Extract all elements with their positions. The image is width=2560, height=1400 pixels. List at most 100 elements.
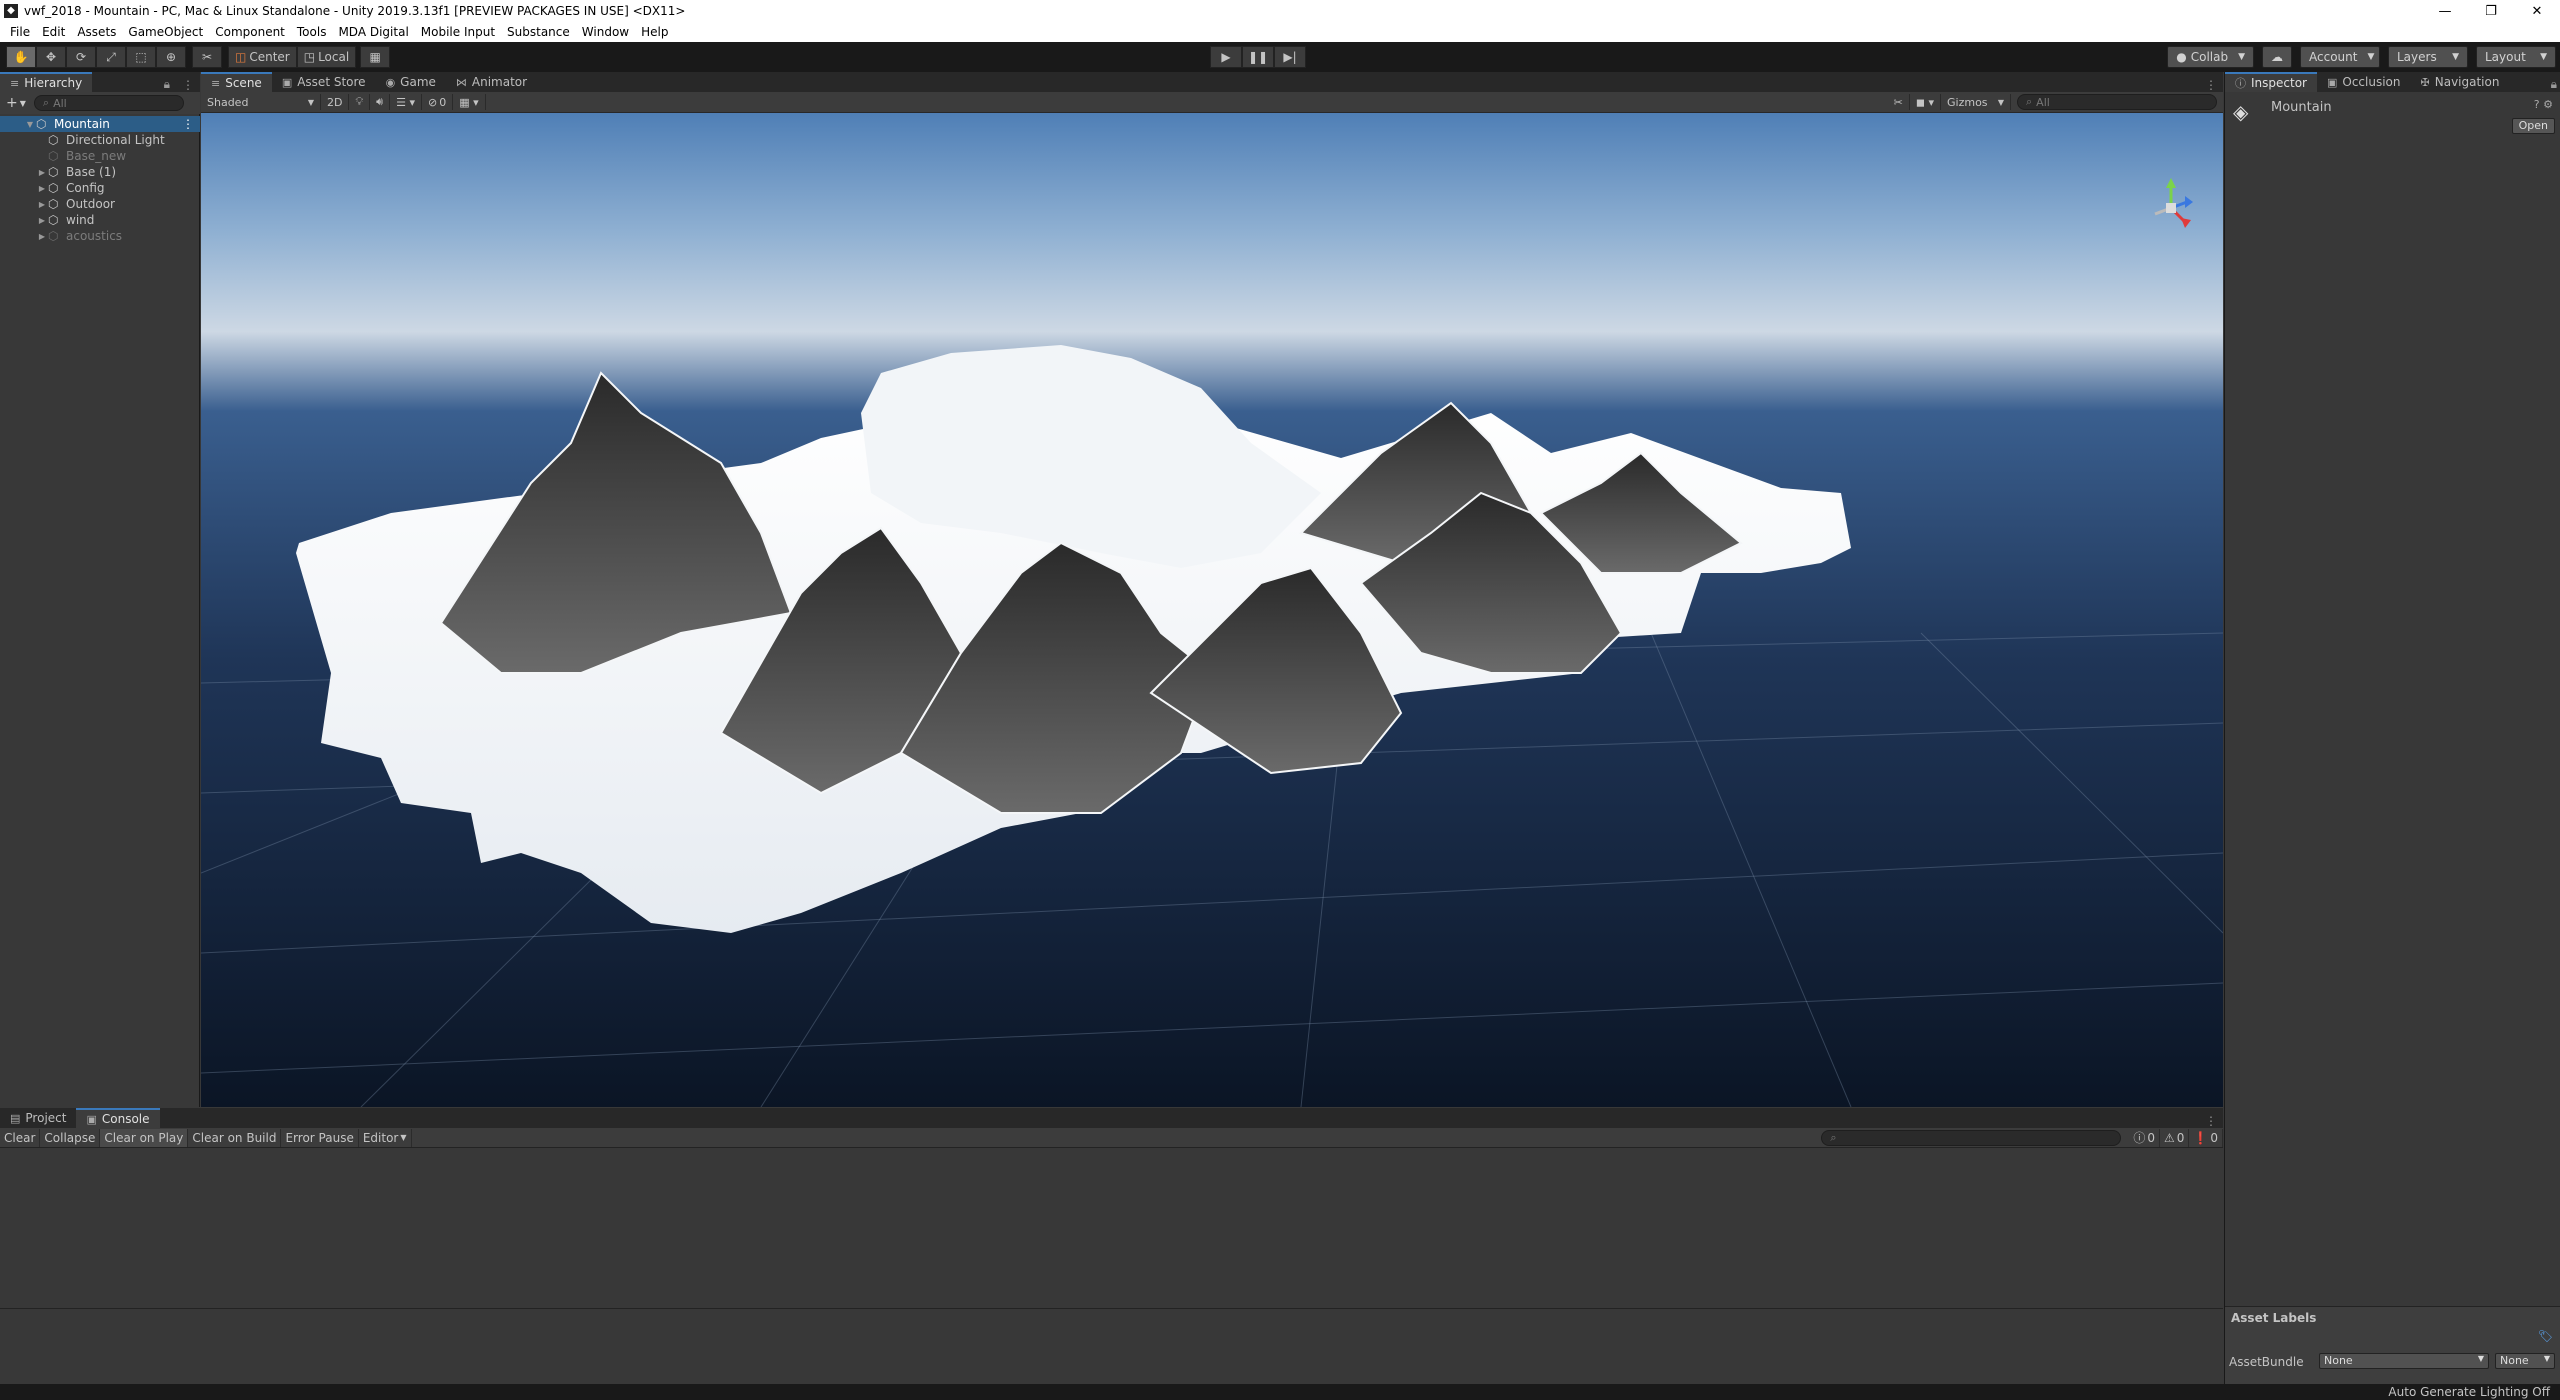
clear-on-play-button[interactable]: Clear on Play (100, 1128, 189, 1147)
menu-tools[interactable]: Tools (291, 25, 333, 39)
hierarchy-item[interactable]: ▼ ⬡ Mountain ⋮ (0, 116, 200, 132)
kebab-menu-icon[interactable]: ⋮ (2199, 1114, 2223, 1128)
tab-occlusion[interactable]: ▣ Occlusion (2317, 72, 2411, 92)
expand-arrow-icon[interactable]: ▶ (36, 216, 48, 225)
account-dropdown[interactable]: Account ▼ (2300, 46, 2380, 68)
scene-search[interactable]: ⌕ All (2017, 94, 2217, 110)
expand-arrow-icon[interactable]: ▶ (36, 168, 48, 177)
menu-help[interactable]: Help (635, 25, 674, 39)
tab-navigation[interactable]: ✠ Navigation (2411, 72, 2510, 92)
pivot-center-button[interactable]: ◫ Center (228, 46, 297, 68)
console-search[interactable]: ⌕ (1821, 1129, 2122, 1146)
tab-game[interactable]: ◉ Game (376, 72, 446, 92)
hand-tool-icon[interactable]: ✋ (6, 46, 36, 68)
audio-toggle-icon[interactable]: 🔊︎ (370, 94, 391, 110)
lock-icon[interactable]: 🔒︎ (2547, 77, 2560, 92)
menu-mobile-input[interactable]: Mobile Input (415, 25, 501, 39)
tools-icon[interactable]: ✂ (1888, 94, 1910, 110)
grid-dropdown-icon[interactable]: ▦ ▾ (453, 94, 486, 110)
lighting-toggle-icon[interactable]: 💡︎ (349, 94, 371, 110)
assetbundle-variant-dropdown[interactable]: None ▼ (2495, 1353, 2555, 1369)
tag-icon[interactable]: 🏷︎ (2538, 1329, 2553, 1343)
tab-animator[interactable]: ⋈ Animator (446, 72, 537, 92)
shading-mode-dropdown[interactable]: Shaded ▼ (201, 94, 321, 110)
kebab-menu-icon[interactable]: ⋮ (176, 78, 200, 92)
menu-substance[interactable]: Substance (501, 25, 576, 39)
console-divider (0, 1308, 2223, 1309)
pivot-local-button[interactable]: ◳ Local (296, 46, 357, 68)
effects-dropdown-icon[interactable]: ☰ ▾ (390, 94, 422, 110)
hierarchy-item-label: wind (66, 213, 95, 227)
tab-occlusion-label: Occlusion (2342, 75, 2401, 89)
create-chevron-icon[interactable]: ▼ (20, 99, 26, 108)
gameobject-cube-icon: ⬡ (48, 165, 59, 179)
close-button[interactable]: ✕ (2514, 4, 2560, 19)
layers-dropdown[interactable]: Layers ▼ (2388, 46, 2468, 68)
assetbundle-dropdown[interactable]: None ▼ (2319, 1353, 2489, 1369)
gizmos-dropdown[interactable]: Gizmos ▼ (1941, 94, 2011, 110)
rotate-tool-icon[interactable]: ⟳ (66, 46, 96, 68)
custom-tool-icon[interactable]: ✂ (192, 46, 222, 68)
help-icon[interactable]: ? ⚙ (2534, 98, 2553, 111)
editor-dropdown[interactable]: Editor ▼ (359, 1128, 412, 1147)
log-filter-toggle[interactable]: ⓘ 0 (2129, 1128, 2160, 1147)
hierarchy-search[interactable]: ⌕ All (33, 95, 184, 111)
play-button-icon[interactable]: ▶ (1210, 46, 1242, 68)
hierarchy-item-label: Base_new (66, 149, 127, 163)
collab-dropdown[interactable]: ● Collab ▼ (2167, 46, 2254, 68)
gameobject-cube-icon: ⬡ (48, 149, 59, 163)
hierarchy-item[interactable]: ▶ ⬡ wind (0, 212, 200, 228)
tab-project[interactable]: ▤ Project (0, 1108, 76, 1128)
pause-button-icon[interactable]: ❚❚ (1242, 46, 1274, 68)
hidden-objects-toggle[interactable]: ⊘ 0 (422, 94, 454, 110)
search-icon: ⌕ (42, 96, 50, 109)
transform-tool-icon[interactable]: ⊕ (156, 46, 186, 68)
expand-arrow-icon[interactable]: ▶ (36, 184, 48, 193)
minimize-button[interactable]: — (2422, 4, 2468, 19)
error-filter-toggle[interactable]: ❗ 0 (2189, 1128, 2223, 1147)
asset-labels-title: Asset Labels (2231, 1311, 2317, 1325)
expand-arrow-icon[interactable]: ▶ (36, 232, 48, 241)
menu-assets[interactable]: Assets (71, 25, 122, 39)
menu-gameobject[interactable]: GameObject (122, 25, 209, 39)
menu-component[interactable]: Component (209, 25, 291, 39)
error-pause-button[interactable]: Error Pause (281, 1128, 359, 1147)
tab-inspector[interactable]: ⓘ Inspector (2225, 72, 2317, 92)
hierarchy-item[interactable]: ▶ ⬡ Base (1) (0, 164, 200, 180)
maximize-button[interactable]: ❐ (2468, 4, 2514, 19)
menu-edit[interactable]: Edit (36, 25, 71, 39)
rect-tool-icon[interactable]: ⬚ (126, 46, 156, 68)
kebab-menu-icon[interactable]: ⋮ (182, 117, 200, 131)
step-button-icon[interactable]: ▶| (1274, 46, 1306, 68)
hierarchy-item[interactable]: ▶ ⬡ Config (0, 180, 200, 196)
layout-dropdown[interactable]: Layout ▼ (2476, 46, 2556, 68)
hierarchy-item[interactable]: ▶ ⬡ acoustics (0, 228, 200, 244)
scale-tool-icon[interactable]: ⤢ (96, 46, 126, 68)
expand-arrow-icon[interactable]: ▶ (36, 200, 48, 209)
tab-console[interactable]: ▣ Console (76, 1108, 160, 1128)
tab-scene[interactable]: ≡ Scene (201, 72, 272, 92)
create-plus-icon[interactable]: + (6, 95, 18, 111)
menu-window[interactable]: Window (576, 25, 635, 39)
move-tool-icon[interactable]: ✥ (36, 46, 66, 68)
collapse-button[interactable]: Collapse (40, 1128, 101, 1147)
tab-asset-store[interactable]: ▣ Asset Store (272, 72, 376, 92)
warning-filter-toggle[interactable]: ⚠ 0 (2160, 1128, 2190, 1147)
toggle-2d-button[interactable]: 2D (321, 94, 350, 110)
cloud-button[interactable]: ☁ (2262, 46, 2292, 68)
menu-mda-digital[interactable]: MDA Digital (332, 25, 414, 39)
hierarchy-item[interactable]: ▶ ⬡ Outdoor (0, 196, 200, 212)
clear-on-build-button[interactable]: Clear on Build (188, 1128, 282, 1147)
lock-icon[interactable]: 🔒︎ (158, 77, 176, 92)
kebab-menu-icon[interactable]: ⋮ (2199, 78, 2223, 92)
hierarchy-item[interactable]: ⬡ Directional Light (0, 132, 200, 148)
clear-button[interactable]: Clear (0, 1128, 41, 1147)
camera-dropdown-icon[interactable]: ◼ ▾ (1910, 94, 1941, 110)
tab-hierarchy[interactable]: ≡ Hierarchy (0, 72, 93, 92)
menu-file[interactable]: File (4, 25, 36, 39)
hierarchy-item[interactable]: ⬡ Base_new (0, 148, 200, 164)
snap-grid-icon[interactable]: ▦ (360, 46, 391, 68)
scene-viewport[interactable] (201, 113, 2223, 1107)
expand-arrow-icon[interactable]: ▼ (24, 120, 36, 129)
open-button[interactable]: Open (2511, 118, 2555, 134)
